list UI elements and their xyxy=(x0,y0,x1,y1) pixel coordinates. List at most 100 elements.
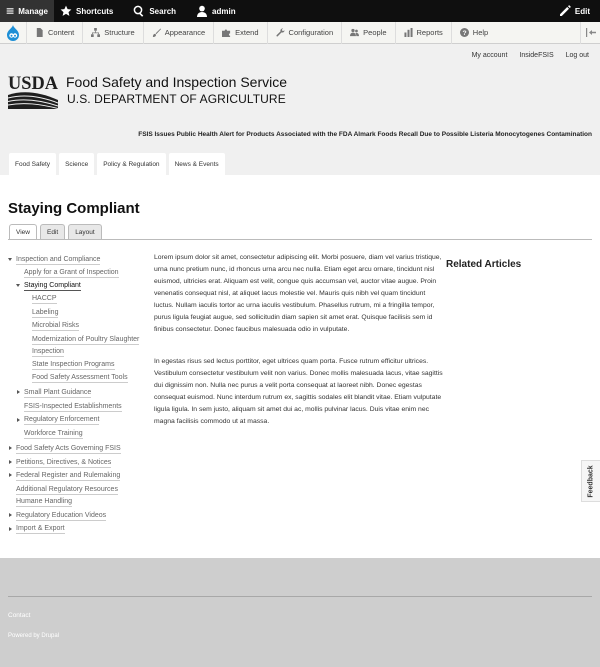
collapsed-arrow-icon xyxy=(9,446,12,450)
sidebar-item-small-plant[interactable]: Small Plant Guidance xyxy=(24,388,92,398)
secondary-nav: My account InsideFSIS Log out xyxy=(472,52,589,59)
star-icon xyxy=(60,5,72,16)
tray-extend[interactable]: Extend xyxy=(214,21,268,44)
nav-food-safety[interactable]: Food Safety xyxy=(9,153,57,175)
tray-appearance-label: Appearance xyxy=(164,28,206,37)
tray-people-label: People xyxy=(363,28,387,37)
drupal-drop-icon xyxy=(7,24,19,41)
sidebar-item-workforce[interactable]: Workforce Training xyxy=(24,429,83,439)
tab-view[interactable]: View xyxy=(9,224,37,239)
sidebar-item-state-inspection[interactable]: State Inspection Programs xyxy=(32,360,115,370)
sidebar-item-inspection-compliance[interactable]: Inspection and Compliance xyxy=(16,255,101,265)
tray-reports-label: Reports xyxy=(416,28,443,37)
logout-link[interactable]: Log out xyxy=(566,52,589,59)
tray-content[interactable]: Content xyxy=(27,21,84,44)
user-button[interactable]: admin xyxy=(182,0,242,22)
svg-text:USDA: USDA xyxy=(8,73,58,94)
expanded-arrow-icon xyxy=(16,284,20,287)
feedback-label: Feedback xyxy=(587,464,595,498)
insidefsis-link[interactable]: InsideFSIS xyxy=(519,52,553,59)
admin-toolbar: Manage Shortcuts Search admin Edit xyxy=(0,0,600,22)
tray-help-label: Help xyxy=(472,28,489,37)
site-footer: Contact Powered by Drupal xyxy=(0,558,600,667)
shortcuts-button[interactable]: Shortcuts xyxy=(54,0,119,22)
body-paragraph: In egestas risus sed lectus porttitor, e… xyxy=(154,358,443,425)
tray-appearance[interactable]: Appearance xyxy=(144,21,215,44)
collapsed-arrow-icon xyxy=(9,460,12,464)
pencil-icon xyxy=(559,5,571,16)
sidebar-item-enforcement[interactable]: Regulatory Enforcement xyxy=(24,415,100,425)
sidebar-item-humane[interactable]: Humane Handling xyxy=(16,497,73,507)
sidebar-item-videos[interactable]: Regulatory Education Videos xyxy=(16,511,107,521)
local-tabs: View Edit Layout xyxy=(9,224,102,239)
content-icon xyxy=(36,28,43,37)
tray-orientation-toggle[interactable] xyxy=(580,21,600,44)
collapsed-arrow-icon xyxy=(17,390,20,394)
footer-contact-link[interactable]: Contact xyxy=(8,612,30,619)
collapsed-arrow-icon xyxy=(17,418,20,422)
collapse-icon xyxy=(585,28,596,37)
tray-structure[interactable]: Structure xyxy=(83,21,144,44)
usda-logo[interactable]: USDA xyxy=(8,73,58,109)
sidebar-item-staying-compliant[interactable]: Staying Compliant xyxy=(24,281,81,291)
nav-science[interactable]: Science xyxy=(59,153,95,175)
search-label: Search xyxy=(149,6,177,16)
tab-edit[interactable]: Edit xyxy=(39,224,66,239)
tabs-divider xyxy=(8,239,592,240)
sidebar-item-acts[interactable]: Food Safety Acts Governing FSIS xyxy=(16,444,121,454)
sidebar-item-microbial-risks[interactable]: Microbial Risks xyxy=(32,321,80,331)
sidebar-item-import-export[interactable]: Import & Export xyxy=(16,524,65,534)
alert-banner[interactable]: FSIS Issues Public Health Alert for Prod… xyxy=(138,131,592,138)
feedback-tab[interactable]: Feedback xyxy=(581,460,600,502)
sidebar-item-labeling[interactable]: Labeling xyxy=(32,308,59,318)
wrench-icon xyxy=(275,28,285,37)
menu-icon xyxy=(6,8,14,14)
search-button[interactable]: Search xyxy=(119,0,182,22)
sidebar-item-assessment-tools[interactable]: Food Safety Assessment Tools xyxy=(32,373,128,383)
search-icon xyxy=(133,5,144,17)
edit-button[interactable]: Edit xyxy=(553,0,600,22)
sidebar-item-resources[interactable]: Additional Regulatory Resources xyxy=(16,485,118,495)
paintbrush-icon xyxy=(152,28,161,37)
expanded-arrow-icon xyxy=(8,258,12,261)
sidebar-item-establishments[interactable]: FSIS-Inspected Establishments xyxy=(24,402,122,412)
edit-label: Edit xyxy=(574,6,590,16)
related-articles-heading: Related Articles xyxy=(446,259,522,270)
admin-tray: Content Structure Appearance Extend Conf… xyxy=(0,21,600,44)
shortcuts-label: Shortcuts xyxy=(76,6,114,16)
page-title: Staying Compliant xyxy=(8,200,140,217)
sidebar-item-apply-grant[interactable]: Apply for a Grant of Inspection xyxy=(24,268,119,278)
footer-divider xyxy=(8,596,592,597)
tab-layout[interactable]: Layout xyxy=(68,224,102,239)
sidebar-item-modernization-cont[interactable]: Inspection xyxy=(32,347,64,357)
my-account-link[interactable]: My account xyxy=(472,52,508,59)
nav-news-events[interactable]: News & Events xyxy=(168,153,225,175)
site-department: U.S. DEPARTMENT OF AGRICULTURE xyxy=(67,92,286,106)
tray-people[interactable]: People xyxy=(342,21,396,44)
sidebar-item-haccp[interactable]: HACCP xyxy=(32,294,57,304)
collapsed-arrow-icon xyxy=(9,527,12,531)
collapsed-arrow-icon xyxy=(9,513,12,517)
user-label: admin xyxy=(212,6,236,16)
tray-help[interactable]: ? Help xyxy=(452,22,496,44)
powered-by-drupal[interactable]: Powered by Drupal xyxy=(8,633,59,639)
people-icon xyxy=(350,28,360,37)
tray-reports[interactable]: Reports xyxy=(396,21,452,44)
nav-policy-regulation[interactable]: Policy & Regulation xyxy=(97,153,166,175)
tray-extend-label: Extend xyxy=(235,28,259,37)
user-icon xyxy=(197,5,208,17)
manage-label: Manage xyxy=(18,6,48,16)
sidebar-item-petitions[interactable]: Petitions, Directives, & Notices xyxy=(16,458,112,468)
tray-content-label: Content xyxy=(48,28,75,37)
body-paragraph: Lorem ipsum dolor sit amet, consectetur … xyxy=(154,254,442,333)
collapsed-arrow-icon xyxy=(9,473,12,477)
tray-configuration-label: Configuration xyxy=(288,28,334,37)
sidebar-item-modernization[interactable]: Modernization of Poultry Slaughter xyxy=(32,335,140,345)
manage-button[interactable]: Manage xyxy=(0,0,54,22)
sidebar-item-federal-register[interactable]: Federal Register and Rulemaking xyxy=(16,471,121,481)
drupal-home-link[interactable] xyxy=(0,21,27,44)
structure-icon xyxy=(91,28,101,37)
site-header: My account InsideFSIS Log out USDA Food … xyxy=(0,44,600,175)
tray-configuration[interactable]: Configuration xyxy=(268,21,343,44)
site-name[interactable]: Food Safety and Inspection Service xyxy=(66,74,287,90)
